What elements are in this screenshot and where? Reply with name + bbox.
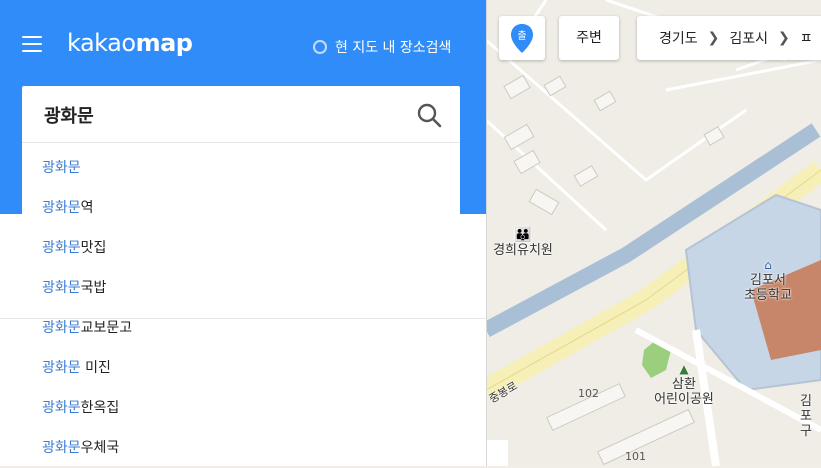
chevron-right-icon: ❯ (778, 30, 790, 46)
suggestion-highlight: 광화문 (42, 360, 81, 376)
suggestion-rest: 한옥집 (80, 400, 120, 416)
kindergarten-label: 경희유치원 (493, 243, 553, 258)
suggestion-highlight: 광화문 (42, 440, 81, 456)
school-poi[interactable]: ⌂ 김포서 초등학교 (733, 258, 803, 303)
suggestion-highlight: 광화문 (42, 160, 81, 176)
building-number: 102 (578, 387, 599, 400)
suggestion-rest: 역 (80, 200, 94, 216)
logo-map: map (135, 29, 193, 57)
tree-icon: ▲ (679, 362, 689, 376)
suggestion-rest: 미진 (80, 360, 111, 376)
kindergarten-poi[interactable]: 👪 경희유치원 (488, 227, 558, 259)
search-panel: kakaomap 현 지도 내 장소검색 광화문광화문역광화문맛집광화문국밥광화… (0, 0, 487, 466)
edge-label-line2: 구 (800, 424, 812, 439)
suggestion-item[interactable]: 광화문국밥 (22, 268, 460, 308)
school-icon: ⌂ (764, 258, 772, 272)
radio-icon[interactable] (313, 40, 327, 54)
logo-kakao: kakao (67, 29, 136, 57)
menu-icon[interactable] (22, 36, 42, 52)
divider (0, 318, 486, 319)
suggestion-highlight: 광화문 (42, 200, 81, 216)
suggestion-item[interactable]: 광화문한옥집 (22, 388, 460, 428)
location-button[interactable]: 출 (499, 16, 545, 60)
suggestion-highlight: 광화문 (42, 240, 81, 256)
park-poi[interactable]: ▲ 삼환 어린이공원 (646, 362, 722, 407)
nearby-button[interactable]: 주변 (559, 16, 619, 60)
park-label-line1: 삼환 (672, 377, 696, 392)
suggestion-highlight: 광화문 (42, 400, 81, 416)
location-button-label: 출 (517, 30, 526, 42)
park-label-line2: 어린이공원 (654, 392, 714, 407)
breadcrumb: 경기도 ❯ 김포시 ❯ ㅍ (637, 16, 821, 60)
suggestion-highlight: 광화문 (42, 320, 81, 336)
school-label-line1: 김포서 (750, 273, 786, 288)
breadcrumb-city[interactable]: 김포시 (729, 28, 768, 48)
kindergarten-icon: 👪 (514, 227, 532, 243)
suggestion-rest: 교보문고 (80, 320, 133, 336)
location-pin-icon: 출 (511, 24, 533, 53)
suggestion-item[interactable]: 광화문 미진 (22, 348, 460, 388)
suggestion-rest: 맛집 (80, 240, 107, 256)
suggestion-item[interactable]: 광화문역 (22, 188, 460, 228)
search-icon[interactable] (416, 102, 442, 128)
suggestion-rest: 국밥 (80, 280, 107, 296)
map-area-search-toggle[interactable]: 현 지도 내 장소검색 (313, 37, 451, 57)
suggestion-item[interactable]: 광화문 (22, 148, 460, 188)
suggestion-item[interactable]: 광화문맛집 (22, 228, 460, 268)
suggestion-item[interactable]: 광화문우체국 (22, 428, 460, 468)
suggestion-list: 광화문 광화문역 광화문맛집 광화문국밥 광화문교보문고 광화문 미진 광화문한옥집 광화문우… (22, 143, 460, 466)
suggestion-rest: 우체국 (80, 440, 120, 456)
breadcrumb-province[interactable]: 경기도 (659, 28, 698, 48)
suggestion-item[interactable]: 광화문교보문고 (22, 308, 460, 348)
school-label-line2: 초등학교 (744, 288, 792, 303)
edge-label-line1: 김포 (800, 394, 812, 424)
map-area-search-label: 현 지도 내 장소검색 (335, 40, 452, 56)
edge-poi-label: 김포 구 (800, 394, 821, 439)
building-number: 101 (625, 450, 646, 463)
app-logo[interactable]: kakaomap (67, 29, 193, 57)
search-input[interactable] (42, 100, 406, 130)
suggestion-highlight: 광화문 (42, 280, 81, 296)
search-box (22, 86, 460, 143)
breadcrumb-district[interactable]: ㅍ (800, 28, 813, 48)
chevron-right-icon: ❯ (707, 30, 720, 46)
map-overlay-box (486, 440, 508, 466)
